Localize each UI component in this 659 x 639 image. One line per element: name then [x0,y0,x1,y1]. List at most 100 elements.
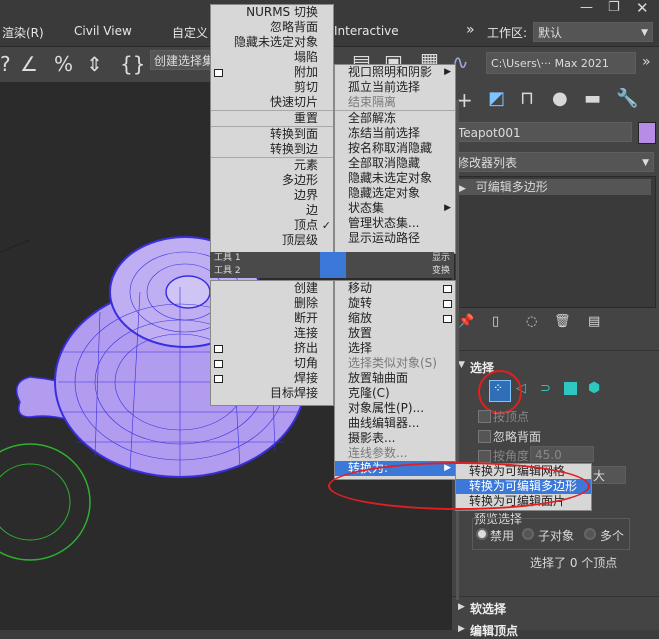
expand-icon[interactable]: ▶ [458,602,465,612]
ignore-backfacing-checkbox[interactable] [478,430,491,443]
angle-snap-icon[interactable]: ∠ [20,52,38,76]
settings-box-icon[interactable] [443,300,452,308]
menu-item-孤立当前选择[interactable]: 孤立当前选择 [335,80,455,95]
motion-tab-icon[interactable]: ● [552,88,568,109]
by-angle-checkbox[interactable] [478,450,491,463]
menu-item-曲线编辑器[interactable]: 曲线编辑器... [335,416,455,431]
toolbar-overflow-icon[interactable]: » [642,54,651,70]
menu-item-目标焊接[interactable]: 目标焊接 [211,386,333,401]
stack-item-editable-poly[interactable]: ▶ 可编辑多边形 [459,179,651,195]
menu-interactive[interactable]: Interactive [334,24,399,38]
pin-stack-icon[interactable]: 📌 [458,314,474,329]
settings-box-icon[interactable] [214,345,223,353]
menu-item-剪切[interactable]: 剪切 [211,80,333,95]
object-color-swatch[interactable] [638,122,656,144]
menu-item-对象属性-p[interactable]: 对象属性(P)... [335,401,455,416]
settings-box-icon[interactable] [214,69,223,77]
menubar-overflow-icon[interactable]: » [466,22,475,38]
menu-item-按名称取消隐藏[interactable]: 按名称取消隐藏 [335,141,455,156]
menu-item-旋转[interactable]: 旋转 [335,296,455,311]
preview-disabled-radio[interactable] [476,528,488,540]
menu-render[interactable]: 渲染(R) [2,24,44,41]
menu-item-忽略背面[interactable]: 忽略背面 [211,20,333,35]
menu-item-转换到面[interactable]: 转换到面 [211,127,333,142]
element-mode-icon[interactable]: ⬢ [588,380,600,396]
modifier-list-dropdown[interactable]: 修改器列表 ▼ [454,152,654,172]
menu-item-视口照明和阴影[interactable]: 视口照明和阴影 ▶ [335,65,455,80]
display-tab-icon[interactable]: ▬ [584,88,601,109]
menu-item-冻结当前选择[interactable]: 冻结当前选择 [335,126,455,141]
utilities-tab-icon[interactable]: 🔧 [616,88,638,109]
show-end-result-icon[interactable]: ▯ [492,314,499,329]
menu-item-重置[interactable]: 重置 [211,111,333,126]
preview-multiple-radio[interactable] [584,528,596,540]
menu-item-连线参数[interactable]: 连线参数... [335,446,455,461]
menu-item-摄影表[interactable]: 摄影表... [335,431,455,446]
remove-modifier-icon[interactable]: 🗑 [554,314,571,329]
settings-box-icon[interactable] [214,360,223,368]
modify-tab-icon[interactable]: ◩ [488,88,505,109]
project-path-field[interactable]: C:\Users\··· Max 2021 [486,52,636,74]
menu-item-选择[interactable]: 选择 [335,341,455,356]
section-soft-selection[interactable]: 软选择 [470,600,506,617]
menu-item-元素[interactable]: 元素 [211,158,333,173]
menu-item-焊接[interactable]: 焊接 [211,371,333,386]
menu-item-塌陷[interactable]: 塌陷 [211,50,333,65]
expand-icon[interactable]: ▶ [459,184,466,194]
menu-item-隐藏选定对象[interactable]: 隐藏选定对象 [335,186,455,201]
menu-item-放置[interactable]: 放置 [335,326,455,341]
menu-item-多边形[interactable]: 多边形 [211,173,333,188]
menu-item-隐藏未选定对象[interactable]: 隐藏未选定对象 [335,171,455,186]
object-name-field[interactable]: Teapot001 [454,122,632,142]
collapse-icon[interactable]: ▼ [458,360,465,370]
menu-item-缩放[interactable]: 缩放 [335,311,455,326]
menu-item-创建[interactable]: 创建 [211,281,333,296]
border-mode-icon[interactable]: ⊃ [540,381,551,396]
menu-customize[interactable]: 自定义 [172,24,208,41]
menu-item-隐藏未选定对象[interactable]: 隐藏未选定对象 [211,35,333,50]
menu-item-快速切片[interactable]: 快速切片 [211,95,333,110]
make-unique-icon[interactable]: ◌ [526,314,537,329]
menu-item-nurms-切换[interactable]: NURMS 切换 [211,5,333,20]
menu-item-选择类似对象-s[interactable]: 选择类似对象(S) [335,356,455,371]
menu-civil-view[interactable]: Civil View [74,24,132,38]
close-icon[interactable]: ✕ [636,0,649,17]
menu-item-切角[interactable]: 切角 [211,356,333,371]
minimize-icon[interactable]: — [580,0,593,15]
restore-icon[interactable]: ❐ [608,0,620,15]
menu-item-管理状态集[interactable]: 管理状态集... [335,216,455,231]
menu-item-状态集[interactable]: 状态集 ▶ [335,201,455,216]
selection-set-field[interactable]: 创建选择集 [150,50,212,70]
configure-sets-icon[interactable]: ▤ [588,314,600,329]
menu-item-转换到边[interactable]: 转换到边 [211,142,333,157]
panel-scrollbar[interactable] [456,100,459,600]
menu-item-连接[interactable]: 连接 [211,326,333,341]
by-vertex-checkbox[interactable] [478,410,491,423]
menu-item-显示运动路径[interactable]: 显示运动路径 [335,231,455,246]
polygon-mode-icon[interactable] [564,382,577,395]
workspace-dropdown[interactable]: 默认 ▼ [533,22,653,42]
menu-item-边[interactable]: 边 [211,203,333,218]
menu-item-放置轴曲面[interactable]: 放置轴曲面 [335,371,455,386]
snap-toggle-icon[interactable]: ? [0,52,11,76]
menu-item-克隆-c[interactable]: 克隆(C) [335,386,455,401]
settings-box-icon[interactable] [214,375,223,383]
angle-spinner[interactable]: 45.0 [530,446,594,462]
settings-box-icon[interactable] [443,285,452,293]
expand-icon[interactable]: ▶ [458,624,465,634]
spinner-snap-icon[interactable]: ⇕ [86,52,103,76]
section-edit-vertices[interactable]: 编辑顶点 [470,622,518,639]
menu-item-全部解冻[interactable]: 全部解冻 [335,111,455,126]
settings-box-icon[interactable] [443,315,452,323]
menu-item-结束隔离[interactable]: 结束隔离 [335,95,455,110]
menu-item-挤出[interactable]: 挤出 [211,341,333,356]
menu-item-删除[interactable]: 删除 [211,296,333,311]
menu-item-顶层级[interactable]: 顶层级 [211,233,333,248]
hierarchy-tab-icon[interactable]: ⊓ [520,88,534,109]
menu-item-边界[interactable]: 边界 [211,188,333,203]
menu-item-移动[interactable]: 移动 [335,281,455,296]
menu-item-顶点[interactable]: 顶点 ✓ [211,218,333,233]
menu-item-附加[interactable]: 附加 [211,65,333,80]
percent-snap-icon[interactable]: % [54,52,73,76]
preview-subobject-radio[interactable] [522,528,534,540]
